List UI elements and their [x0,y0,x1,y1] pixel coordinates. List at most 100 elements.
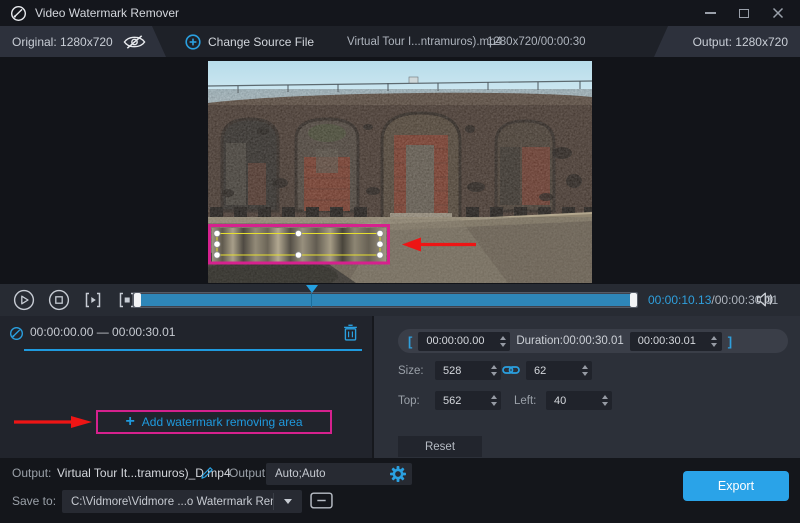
link-dimensions-icon[interactable] [502,364,520,376]
handle-top-center[interactable] [295,230,301,236]
browse-folder-button[interactable] [310,492,334,511]
top-input[interactable] [435,395,490,407]
watermark-track-item[interactable]: 00:00:00.00 — 00:00:30.01 [0,320,372,352]
size-height-stepper[interactable] [581,365,592,376]
stop-button[interactable] [48,289,70,311]
delete-watermark-button[interactable] [343,324,359,341]
start-time-input[interactable] [418,335,498,347]
timeline-progress [140,294,631,306]
size-width-field[interactable] [435,361,501,380]
close-button[interactable] [772,7,784,19]
preview-toggle-eye-icon[interactable] [123,34,146,50]
add-watermark-area-button[interactable]: + Add watermark removing area [96,410,332,434]
frame-forward-button[interactable] [82,289,104,311]
start-time-field[interactable] [418,332,510,351]
play-icon [13,289,35,311]
time-range-control: [ Duration:00:00:30.01 ] [398,329,788,353]
stepper-down-icon [711,343,717,347]
play-button[interactable] [13,289,35,311]
bracket-close-button[interactable]: ] [728,334,732,349]
output-format-value: Auto;Auto [275,468,390,480]
size-height-field[interactable] [526,361,592,380]
maximize-button[interactable] [738,7,750,19]
size-width-stepper[interactable] [490,365,501,376]
minimize-icon [705,12,716,14]
original-resolution-tab: Original: 1280x720 [0,26,166,57]
end-time-input[interactable] [630,335,710,347]
trim-handle-left[interactable] [134,293,141,307]
rename-output-button[interactable] [200,466,214,480]
handle-mid-right[interactable] [377,241,383,247]
player-controls: 00:00:10.13/00:00:30.01 [0,284,800,316]
app-logo-icon [10,5,27,22]
size-width-input[interactable] [435,365,490,377]
top-stepper[interactable] [490,395,501,406]
end-time-stepper[interactable] [710,336,722,347]
timeline-slider[interactable] [133,292,638,308]
properties-panel: [ Duration:00:00:30.01 ] Size: [372,316,800,458]
handle-top-left[interactable] [214,230,220,236]
maximize-icon [739,9,749,18]
left-input[interactable] [546,395,601,407]
stepper-up-icon [602,395,608,399]
output-name-label: Output: [12,466,51,480]
save-path-select[interactable]: C:\Vidmore\Vidmore ...o Watermark Remove… [62,490,302,513]
bracket-open-button[interactable]: [ [408,334,412,349]
stepper-up-icon [711,336,717,340]
end-time-field[interactable] [630,332,722,351]
playhead-line [311,293,312,307]
handle-bottom-center[interactable] [295,252,301,258]
trash-icon [343,324,358,341]
start-time-stepper[interactable] [499,336,511,347]
stepper-down-icon [582,372,588,376]
duration-label: Duration:00:00:30.01 [516,335,623,347]
stepper-down-icon [602,402,608,406]
output-resolution-tab: Output: 1280x720 [654,26,800,57]
app-window: Video Watermark Remover Original: 1280x7… [0,0,800,523]
volume-button[interactable] [756,292,776,308]
current-time: 00:00:10.13 [648,293,711,307]
handle-bottom-right[interactable] [377,252,383,258]
output-format-select[interactable]: Auto;Auto [266,463,412,485]
annotation-arrow-add-button [14,415,94,429]
title-bar: Video Watermark Remover [0,0,800,26]
export-button[interactable]: Export [683,471,789,501]
handle-mid-left[interactable] [214,241,220,247]
window-controls [704,7,790,19]
size-label: Size: [398,365,424,377]
change-source-file-button[interactable]: Change Source File [185,26,314,57]
top-field[interactable] [435,391,501,410]
watermark-item-icon [9,326,24,341]
watermark-item-time-range: 00:00:00.00 — 00:00:30.01 [30,325,175,339]
trim-handle-right[interactable] [630,293,637,307]
minimize-button[interactable] [704,7,716,19]
stop-icon [48,289,70,311]
close-icon [772,7,784,19]
stepper-down-icon [500,343,506,347]
folder-icon [310,492,333,509]
handle-top-right[interactable] [377,230,383,236]
plus-circle-icon [185,34,201,50]
gear-icon[interactable] [390,466,406,482]
stepper-up-icon [500,336,506,340]
handle-bottom-left[interactable] [214,252,220,258]
size-height-input[interactable] [526,365,581,377]
save-path-value: C:\Vidmore\Vidmore ...o Watermark Remove… [62,496,273,508]
loaded-filename: Virtual Tour I...ntramuros).mp4 [347,26,502,57]
save-path-dropdown-button[interactable] [274,499,302,504]
save-to-label: Save to: [12,494,56,508]
left-stepper[interactable] [601,395,612,406]
playhead-marker[interactable] [306,285,318,293]
pencil-icon [200,466,214,480]
add-watermark-area-label: Add watermark removing area [142,415,303,429]
toolbar: Original: 1280x720 Change Source File Vi… [0,26,800,57]
footer-bar: Output: Virtual Tour It...tramuros)_D.mp… [0,458,800,523]
video-frame [208,61,592,283]
top-label: Top: [398,395,420,407]
frame-play-icon [82,289,104,311]
change-source-file-label: Change Source File [208,35,314,49]
preview-area [0,57,800,284]
left-label: Left: [514,395,536,407]
left-field[interactable] [546,391,612,410]
reset-button[interactable]: Reset [398,436,482,457]
